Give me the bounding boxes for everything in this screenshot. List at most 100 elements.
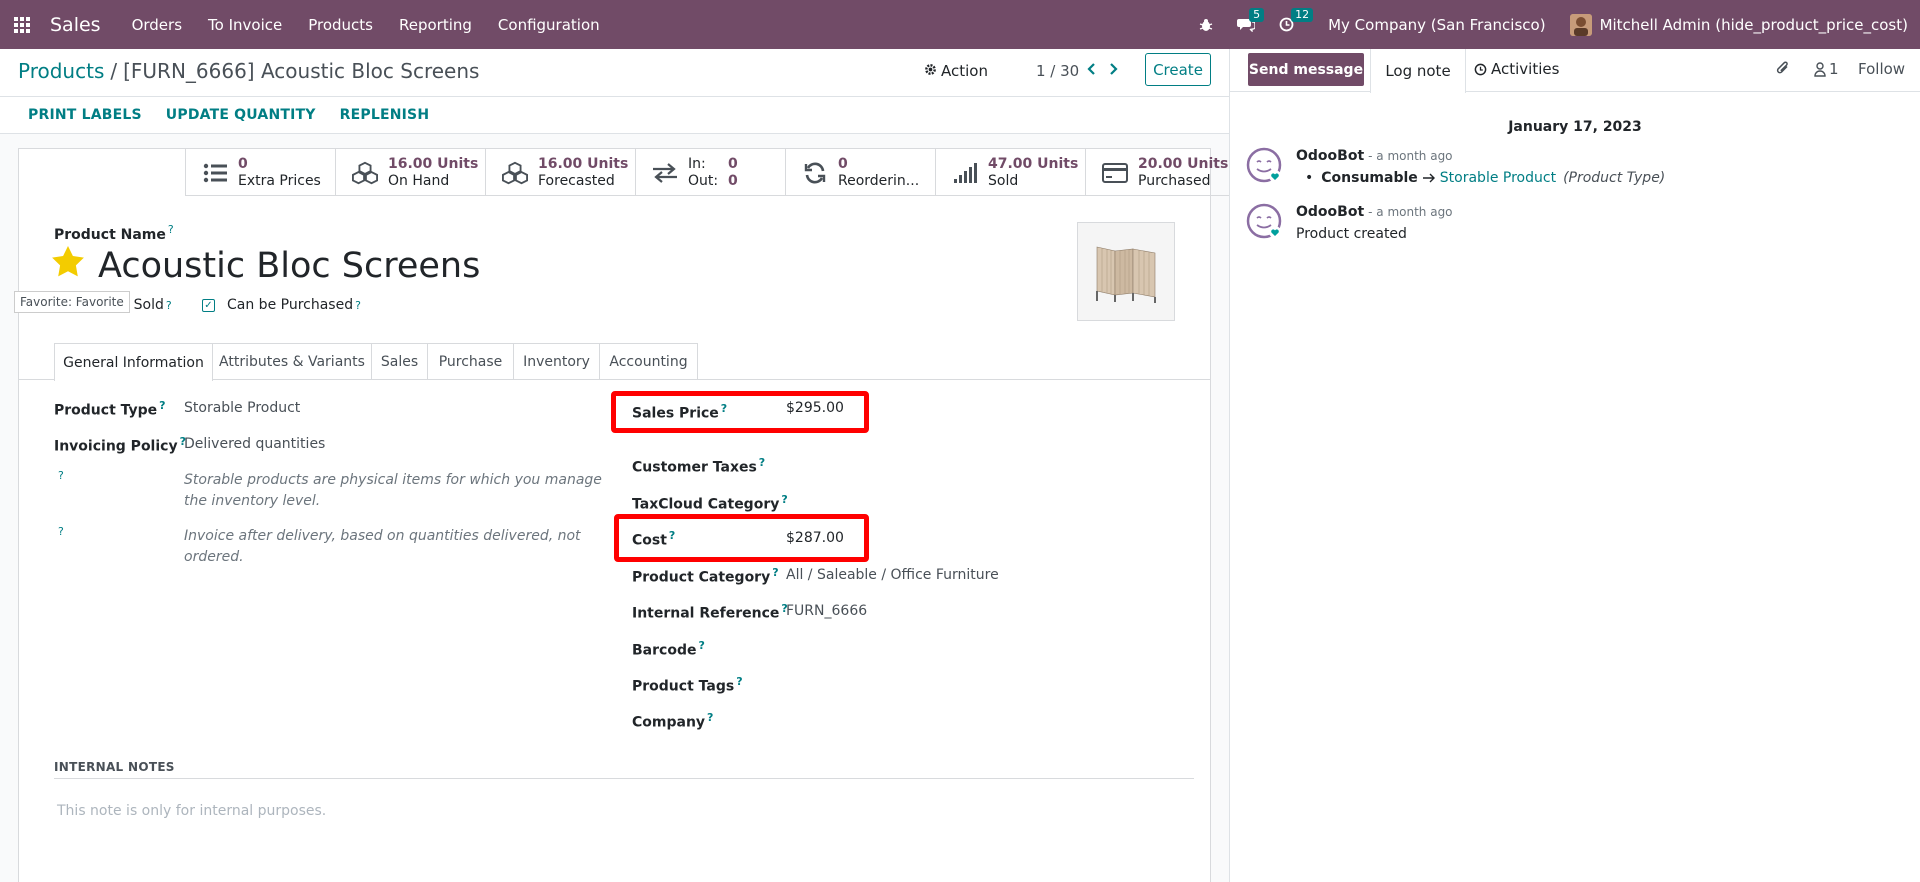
- clock-icon[interactable]: 12: [1279, 8, 1314, 32]
- help-tooltip-icon[interactable]: ?: [759, 456, 765, 469]
- smart-button-on-hand[interactable]: 16.00 Units On Hand: [335, 149, 485, 196]
- breadcrumb: Products / [FURN_6666] Acoustic Bloc Scree…: [18, 59, 479, 83]
- date-separator: January 17, 2023: [1508, 119, 1642, 135]
- company-label: Company?: [632, 711, 714, 731]
- signal-icon: [952, 160, 978, 186]
- customer-taxes-label: Customer Taxes?: [632, 456, 766, 476]
- menu-products[interactable]: Products: [295, 16, 386, 34]
- cost-input[interactable]: $287.00: [786, 530, 844, 546]
- help-tooltip-icon[interactable]: ?: [736, 675, 742, 688]
- followers-count: 1: [1829, 60, 1839, 78]
- product-image[interactable]: [1077, 222, 1175, 321]
- log-note-button[interactable]: Log note: [1370, 49, 1466, 93]
- help-tooltip-icon[interactable]: ?: [58, 469, 64, 482]
- smart-button-reordering[interactable]: 0 Reorderin...: [785, 149, 935, 196]
- message-author[interactable]: OdooBot - a month ago: [1296, 148, 1453, 164]
- product-name-label: Product Name?: [54, 223, 174, 243]
- sales-price-input[interactable]: $295.00: [786, 400, 844, 416]
- product-type-help-note: Storable products are physical items for…: [184, 472, 602, 509]
- tab-general-information[interactable]: General Information: [54, 343, 213, 381]
- help-tooltip-icon[interactable]: ?: [698, 639, 704, 652]
- out-value: 0: [728, 172, 738, 189]
- breadcrumb-products[interactable]: Products: [18, 59, 104, 83]
- in-out-grid: In: 0 Out: 0: [688, 156, 738, 190]
- tracking-value-line: • Consumable Storable Product (Product T…: [1305, 170, 1666, 186]
- send-message-button[interactable]: Send message: [1248, 53, 1364, 86]
- help-tooltip-icon[interactable]: ?: [166, 299, 172, 312]
- paperclip-icon[interactable]: [1776, 60, 1790, 77]
- tab-purchase[interactable]: Purchase: [427, 343, 514, 380]
- action-label: Action: [941, 62, 988, 80]
- star-icon[interactable]: [51, 245, 85, 282]
- message-date: - a month ago: [1368, 149, 1453, 163]
- smart-button-in-out[interactable]: In: 0 Out: 0: [635, 149, 785, 196]
- help-tooltip-icon[interactable]: ?: [159, 399, 165, 412]
- follow-button[interactable]: Follow: [1858, 60, 1905, 78]
- help-tooltip-icon[interactable]: ?: [707, 711, 713, 724]
- favorite-tooltip: Favorite: Favorite: [14, 291, 130, 313]
- help-tooltip-icon[interactable]: ?: [781, 493, 787, 506]
- pager-value[interactable]: 1 / 30: [1036, 62, 1079, 80]
- product-type-label: Product Type?: [54, 399, 166, 419]
- tab-sales[interactable]: Sales: [371, 343, 428, 380]
- invoicing-policy-select[interactable]: Delivered quantities: [184, 436, 325, 452]
- replenish-button[interactable]: REPLENISH: [328, 107, 442, 123]
- apps-menu-icon[interactable]: [14, 16, 30, 33]
- reordering-label: Reorderin...: [838, 172, 920, 189]
- help-tooltip-icon[interactable]: ?: [772, 566, 778, 579]
- chatter-panel: Send message Log note Activities 1 Follo…: [1229, 49, 1920, 882]
- top-navbar: Sales Orders To Invoice Products Reporti…: [0, 0, 1920, 49]
- invoicing-policy-label: Invoicing Policy?: [54, 435, 186, 455]
- refresh-icon: [802, 160, 828, 186]
- internal-notes-input[interactable]: This note is only for internal purposes.: [57, 803, 326, 819]
- user-avatar[interactable]: [1569, 13, 1592, 36]
- followers-button[interactable]: 1: [1814, 60, 1839, 78]
- tab-attributes-variants[interactable]: Attributes & Variants: [212, 343, 372, 380]
- action-menu-button[interactable]: Action: [924, 62, 988, 80]
- menu-orders[interactable]: Orders: [119, 16, 195, 34]
- user-menu[interactable]: Mitchell Admin (hide_product_price_cost): [1600, 16, 1908, 34]
- chat-icon[interactable]: 5: [1237, 8, 1265, 32]
- help-tooltip-icon[interactable]: ?: [58, 525, 64, 538]
- smart-button-extra-prices[interactable]: 0 Extra Prices: [185, 149, 335, 196]
- message-author[interactable]: OdooBot - a month ago: [1296, 204, 1453, 220]
- cubes-icon: [352, 160, 378, 186]
- smart-button-purchased[interactable]: 20.00 Units Purchased: [1085, 149, 1235, 196]
- odoobot-avatar: [1246, 203, 1282, 239]
- activities-badge: 12: [1291, 8, 1314, 22]
- menu-configuration[interactable]: Configuration: [485, 16, 613, 34]
- tab-inventory[interactable]: Inventory: [513, 343, 600, 380]
- taxcloud-category-label: TaxCloud Category?: [632, 493, 788, 513]
- product-type-select[interactable]: Storable Product: [184, 400, 300, 416]
- help-tooltip-icon[interactable]: ?: [168, 223, 174, 236]
- chevron-left-icon[interactable]: [1085, 60, 1097, 81]
- breadcrumb-current: [FURN_6666] Acoustic Bloc Screens: [123, 59, 480, 83]
- internal-reference-input[interactable]: FURN_6666: [786, 603, 867, 619]
- extra-prices-value: 0: [238, 155, 248, 172]
- smart-button-sold[interactable]: 47.00 Units Sold: [935, 149, 1085, 196]
- app-name[interactable]: Sales: [50, 14, 101, 36]
- can-be-purchased-checkbox[interactable]: ✓: [202, 298, 215, 312]
- menu-to-invoice[interactable]: To Invoice: [195, 16, 295, 34]
- bug-icon[interactable]: [1199, 18, 1213, 32]
- smart-button-forecasted[interactable]: 16.00 Units Forecasted: [485, 149, 635, 196]
- form-header-buttons: PRINT LABELS UPDATE QUANTITY REPLENISH: [0, 97, 1229, 134]
- print-labels-button[interactable]: PRINT LABELS: [16, 107, 154, 123]
- create-button[interactable]: Create: [1145, 53, 1211, 86]
- clock-icon: [1474, 63, 1487, 76]
- tab-accounting[interactable]: Accounting: [599, 343, 698, 380]
- product-category-select[interactable]: All / Saleable / Office Furniture: [786, 567, 999, 583]
- activities-button[interactable]: Activities: [1474, 60, 1559, 78]
- on-hand-label: On Hand: [388, 172, 450, 189]
- product-title[interactable]: Acoustic Bloc Screens: [98, 246, 480, 286]
- sold-label: Sold: [988, 172, 1019, 189]
- help-tooltip-icon[interactable]: ?: [669, 529, 675, 542]
- barcode-label: Barcode?: [632, 639, 705, 659]
- menu-reporting[interactable]: Reporting: [386, 16, 485, 34]
- chevron-right-icon[interactable]: [1108, 60, 1120, 81]
- company-switcher[interactable]: My Company (San Francisco): [1328, 16, 1545, 34]
- purchased-value: 20.00 Units: [1138, 155, 1229, 172]
- help-tooltip-icon[interactable]: ?: [721, 402, 727, 415]
- help-tooltip-icon[interactable]: ?: [355, 299, 361, 312]
- update-quantity-button[interactable]: UPDATE QUANTITY: [154, 107, 328, 123]
